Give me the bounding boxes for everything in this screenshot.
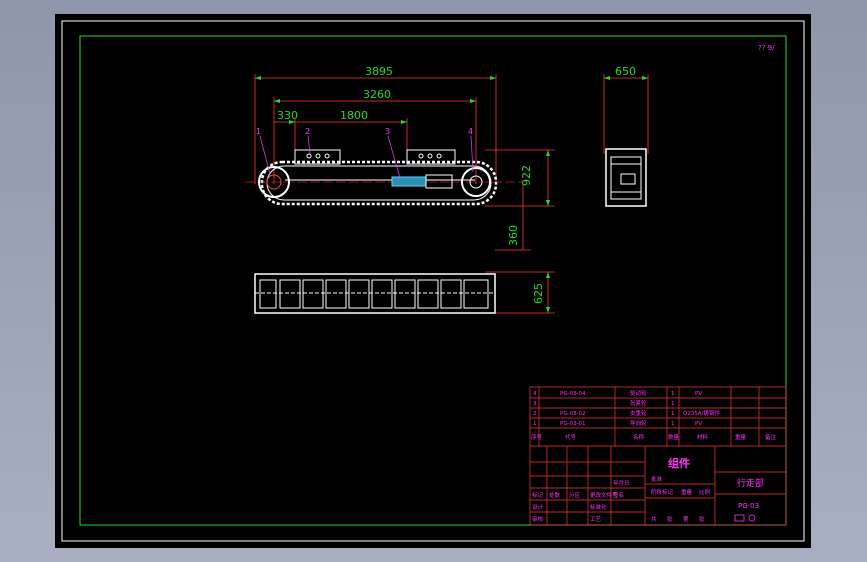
svg-text:阶段标记: 阶段标记 xyxy=(651,488,674,496)
dim-span: 1800 xyxy=(340,109,368,122)
svg-text:处数: 处数 xyxy=(549,491,561,499)
svg-text:标记: 标记 xyxy=(532,491,544,499)
svg-text:Q235A/铸钢件: Q235A/铸钢件 xyxy=(683,409,720,417)
projection-circle-icon xyxy=(748,514,756,522)
svg-text:PV: PV xyxy=(695,421,702,427)
svg-text:比例: 比例 xyxy=(699,488,711,496)
svg-text:代号: 代号 xyxy=(565,433,577,441)
svg-text:签名: 签名 xyxy=(613,491,624,499)
dim-offset: 330 xyxy=(277,109,298,122)
svg-text:PG-03-01: PG-03-01 xyxy=(560,421,586,427)
drawing-sheet: ?? 9/ 3895 3260 330 1800 922 360 1 2 3 4… xyxy=(55,14,811,548)
svg-text:导向轮: 导向轮 xyxy=(630,419,647,427)
svg-text:张: 张 xyxy=(699,515,705,523)
callout-3: 3 xyxy=(385,127,390,136)
svg-text:第: 第 xyxy=(683,515,689,523)
svg-text:分区: 分区 xyxy=(569,491,581,499)
svg-text:数量: 数量 xyxy=(668,433,680,441)
svg-text:支重轮: 支重轮 xyxy=(630,409,647,417)
svg-text:共: 共 xyxy=(651,515,657,523)
callout-1: 1 xyxy=(256,127,261,136)
svg-text:审核: 审核 xyxy=(532,515,544,523)
svg-text:张紧轮: 张紧轮 xyxy=(630,399,647,407)
svg-text:PG-03-02: PG-03-02 xyxy=(560,411,586,417)
svg-text:年月日: 年月日 xyxy=(613,479,630,487)
svg-text:1: 1 xyxy=(671,421,675,427)
product-name: 行走部 xyxy=(737,477,764,489)
svg-text:1: 1 xyxy=(533,421,537,427)
svg-text:设计: 设计 xyxy=(532,503,544,511)
svg-text:标准化: 标准化 xyxy=(590,503,607,511)
svg-text:PV: PV xyxy=(695,391,702,397)
dim-width-top: 650 xyxy=(615,65,636,78)
drawing-number: PG-03 xyxy=(738,502,759,510)
side-view: 3895 3260 330 1800 922 360 1 2 3 4 xyxy=(245,65,555,251)
dim-wheelbase: 3260 xyxy=(363,88,391,101)
svg-text:重量: 重量 xyxy=(681,488,693,496)
svg-text:工艺: 工艺 xyxy=(590,516,602,523)
svg-text:名称: 名称 xyxy=(633,433,645,441)
cad-viewport[interactable]: ?? 9/ 3895 3260 330 1800 922 360 1 2 3 4… xyxy=(0,0,867,562)
svg-text:重量: 重量 xyxy=(735,433,747,441)
svg-text:2: 2 xyxy=(533,411,537,417)
assembly-label: 组件 xyxy=(668,456,690,470)
svg-text:PG-03-04: PG-03-04 xyxy=(560,391,586,397)
svg-text:批准: 批准 xyxy=(651,475,663,483)
outer-frame xyxy=(61,20,805,542)
dim-total-length: 3895 xyxy=(365,65,393,78)
svg-text:驱动轮: 驱动轮 xyxy=(630,389,647,397)
projection-symbol-icon xyxy=(734,514,745,522)
end-view: 650 xyxy=(603,65,649,207)
svg-text:1: 1 xyxy=(671,391,675,397)
callout-4: 4 xyxy=(468,127,473,136)
dim-track-width: 625 xyxy=(532,283,545,304)
svg-text:3: 3 xyxy=(533,401,537,407)
dim-clearance: 360 xyxy=(507,225,520,246)
drawing-canvas: ?? 9/ 3895 3260 330 1800 922 360 1 2 3 4… xyxy=(61,20,805,542)
svg-text:材料: 材料 xyxy=(697,433,709,441)
svg-text:4: 4 xyxy=(533,391,537,397)
plan-view: 625 xyxy=(254,271,555,314)
corner-mark: ?? 9/ xyxy=(758,44,775,52)
svg-text:序号: 序号 xyxy=(531,433,543,441)
dim-height: 922 xyxy=(520,165,533,186)
svg-text:张: 张 xyxy=(667,515,673,523)
svg-text:备注: 备注 xyxy=(765,433,777,441)
svg-text:1: 1 xyxy=(671,411,675,417)
svg-text:1: 1 xyxy=(671,401,675,407)
callout-2: 2 xyxy=(305,127,310,136)
